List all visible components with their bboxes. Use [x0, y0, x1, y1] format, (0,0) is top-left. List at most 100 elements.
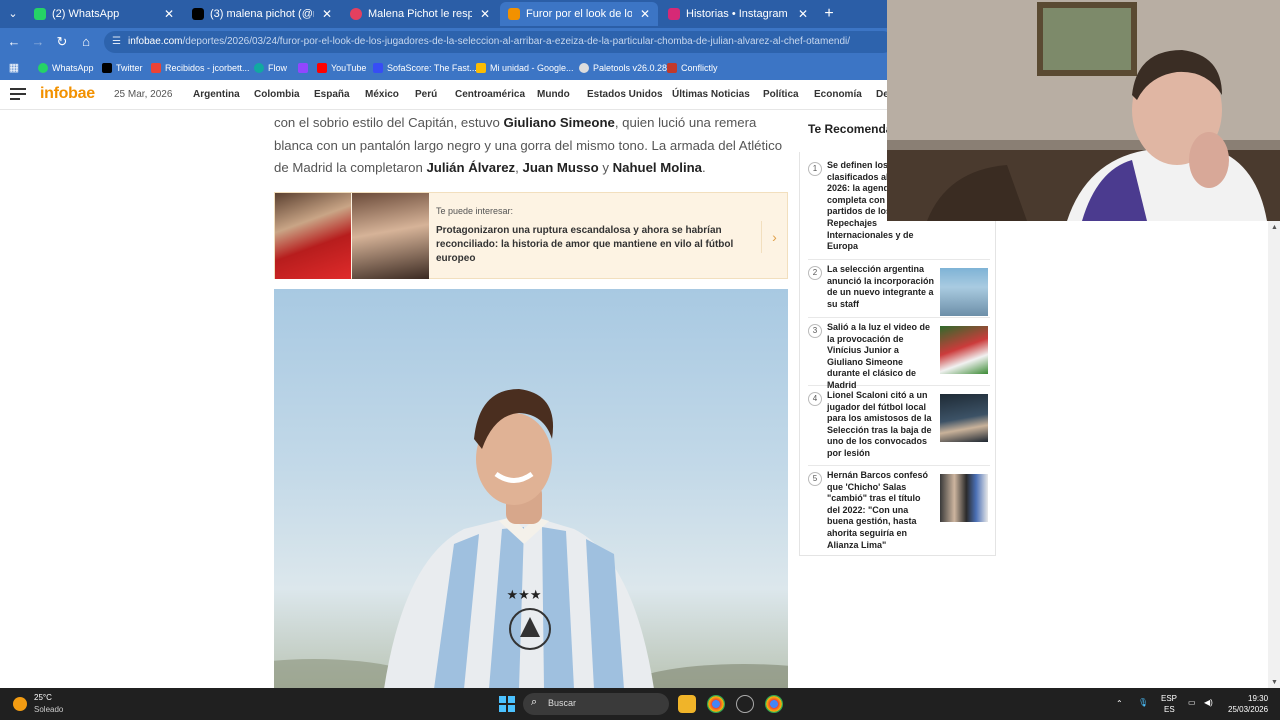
menu-icon[interactable] — [10, 88, 26, 102]
related-title[interactable]: Protagonizaron una ruptura escandalosa y… — [436, 224, 756, 266]
tab-title: Furor por el look de los jugadores — [526, 8, 632, 20]
recommendation-item[interactable]: 4 Lionel Scaloni citó a un jugador del f… — [808, 390, 990, 466]
recommendation-item[interactable]: 2 La selección argentina anunció la inco… — [808, 264, 990, 318]
recommendation-title[interactable]: Salió a la luz el video de la provocació… — [827, 322, 935, 392]
bookmark-gmail[interactable]: Recibidos - jcorbett... — [151, 56, 250, 80]
site-info-icon[interactable]: ☰ — [112, 36, 124, 48]
rank-badge: 3 — [808, 324, 822, 338]
nav-argentina[interactable]: Argentina — [193, 89, 240, 100]
recommendation-item[interactable]: 3 Salió a la luz el video de la provocac… — [808, 322, 990, 390]
tab-malena[interactable]: Malena Pichot le respondió a Mauro ✕ — [342, 2, 498, 26]
conflictly-icon — [667, 63, 677, 73]
bookmark-twitch[interactable] — [298, 56, 312, 80]
tab-title: (2) WhatsApp — [52, 8, 120, 20]
nav-mexico[interactable]: México — [365, 89, 399, 100]
volume-icon[interactable]: ◀) — [1204, 698, 1213, 707]
network-icon[interactable]: ▭ — [1188, 698, 1196, 707]
keyboard-layout[interactable]: ES — [1164, 705, 1175, 714]
search-placeholder: Buscar — [548, 698, 577, 708]
new-tab-button[interactable]: + — [820, 5, 838, 23]
nav-espana[interactable]: España — [314, 89, 350, 100]
webcam-feed — [887, 0, 1280, 221]
article-paragraph: con el sobrio estilo del Capitán, estuvo… — [274, 115, 783, 175]
player-name: Juan Musso — [522, 160, 599, 175]
recommendation-thumbnail[interactable] — [940, 326, 988, 374]
close-icon[interactable]: ✕ — [798, 2, 808, 26]
close-icon[interactable]: ✕ — [480, 2, 490, 26]
bookmark-youtube[interactable]: YouTube — [317, 56, 366, 80]
language-code[interactable]: ESP — [1161, 694, 1177, 703]
home-icon[interactable]: ⌂ — [78, 34, 94, 50]
bookmark-flow[interactable]: Flow — [254, 56, 287, 80]
back-icon[interactable]: ← — [6, 34, 22, 50]
bookmark-paletools[interactable]: Paletools v26.0.28 — [579, 56, 667, 80]
recommendation-thumbnail[interactable] — [940, 394, 988, 442]
player-name: Nahuel Molina — [612, 160, 703, 175]
x-icon — [102, 63, 112, 73]
tab-title: Malena Pichot le respondió a Mauro — [368, 8, 472, 20]
page-scrollbar[interactable]: ▲ ▼ — [1268, 221, 1280, 688]
svg-text:★★★: ★★★ — [507, 587, 542, 602]
hero-photo: ★★★ — [274, 389, 788, 689]
bookmark-sofascore[interactable]: SofaScore: The Fast... — [373, 56, 477, 80]
nav-mundo[interactable]: Mundo — [537, 89, 570, 100]
weather-temp: 25°C — [34, 693, 52, 702]
taskbar-search[interactable]: ⌕ Buscar — [523, 693, 669, 715]
nav-economia[interactable]: Economía — [814, 89, 862, 100]
tab-instagram[interactable]: Historias • Instagram ✕ — [660, 2, 816, 26]
reload-icon[interactable]: ↻ — [54, 34, 70, 50]
recommendation-title[interactable]: La selección argentina anunció la incorp… — [827, 264, 935, 310]
recommendation-title[interactable]: Lionel Scaloni citó a un jugador del fút… — [827, 390, 935, 460]
microphone-icon[interactable]: 🎙 — [1138, 698, 1148, 707]
tab-infobae[interactable]: Furor por el look de los jugadores ✕ — [500, 2, 658, 26]
recommendation-thumbnail[interactable] — [940, 268, 988, 316]
clock-date[interactable]: 25/03/2026 — [1228, 705, 1268, 714]
nav-peru[interactable]: Perú — [415, 89, 437, 100]
nav-colombia[interactable]: Colombia — [254, 89, 300, 100]
chevron-right-icon[interactable]: › — [761, 221, 787, 253]
nav-centroamerica[interactable]: Centroamérica — [455, 89, 525, 100]
related-kicker: Te puede interesar: — [436, 206, 514, 216]
steam-icon[interactable] — [736, 695, 754, 713]
chrome-profile-icon[interactable] — [765, 695, 783, 713]
flow-icon — [254, 63, 264, 73]
forward-icon[interactable]: → — [30, 34, 46, 50]
tab-whatsapp[interactable]: (2) WhatsApp ✕ — [26, 2, 182, 26]
related-image-woman — [352, 193, 429, 279]
bookmark-twitter[interactable]: Twitter — [102, 56, 143, 80]
clock-time[interactable]: 19:30 — [1248, 694, 1268, 703]
bookmark-google-drive[interactable]: Mi unidad - Google... — [476, 56, 574, 80]
nav-estados-unidos[interactable]: Estados Unidos — [587, 89, 663, 100]
threads-icon — [350, 8, 362, 20]
infobae-icon — [508, 8, 520, 20]
file-explorer-icon[interactable] — [678, 695, 696, 713]
close-icon[interactable]: ✕ — [164, 2, 174, 26]
webcam-overlay — [887, 0, 1280, 221]
whatsapp-icon — [38, 63, 48, 73]
bookmark-whatsapp[interactable]: WhatsApp — [38, 56, 94, 80]
close-icon[interactable]: ✕ — [640, 2, 650, 26]
tab-title: Historias • Instagram — [686, 8, 788, 20]
address-bar[interactable]: ☰ infobae.com/deportes/2026/03/24/furor-… — [104, 31, 894, 53]
close-icon[interactable]: ✕ — [322, 2, 332, 26]
scroll-down-icon[interactable]: ▼ — [1271, 679, 1278, 686]
nav-ultimas-noticias[interactable]: Últimas Noticias — [672, 89, 750, 100]
tab-search-icon[interactable]: ⌄ — [4, 5, 22, 23]
chrome-icon[interactable] — [707, 695, 725, 713]
tab-x[interactable]: (3) malena pichot (@malepichot) / X ✕ — [184, 2, 340, 26]
url-text: infobae.com/deportes/2026/03/24/furor-po… — [128, 36, 851, 47]
whatsapp-icon — [34, 8, 46, 20]
bookmark-conflictly[interactable]: Conflictly — [667, 56, 718, 80]
windows-start-icon[interactable] — [499, 696, 515, 712]
recommendation-title[interactable]: Hernán Barcos confesó que 'Chicho' Salas… — [827, 470, 935, 551]
related-article-card[interactable]: Te puede interesar: Protagonizaron una r… — [274, 192, 788, 279]
rank-badge: 1 — [808, 162, 822, 176]
recommendation-thumbnail[interactable] — [940, 474, 988, 522]
globe-icon — [579, 63, 589, 73]
recommendation-item[interactable]: 5 Hernán Barcos confesó que 'Chicho' Sal… — [808, 470, 990, 551]
chevron-up-icon[interactable]: ⌃ — [1116, 699, 1123, 708]
infobae-logo[interactable]: infobae — [40, 85, 95, 103]
nav-politica[interactable]: Política — [763, 89, 799, 100]
apps-grid-icon[interactable]: ▦ — [6, 60, 22, 76]
scroll-up-icon[interactable]: ▲ — [1271, 224, 1278, 231]
